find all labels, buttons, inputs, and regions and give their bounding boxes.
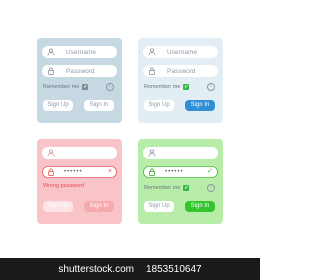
login-card-success: •••••• ✓ Remember me ✓ i Sign Up Sign In (138, 139, 223, 224)
lock-icon (147, 167, 157, 177)
image-id: 1853510647 (145, 263, 202, 275)
sign-up-button[interactable]: Sign Up (43, 201, 73, 212)
remember-label: Remember me (43, 84, 80, 90)
login-card-active: Username Password Remember me ✓ i Sign U… (138, 38, 223, 123)
valid-check-icon: ✓ (207, 168, 213, 175)
password-input[interactable]: Password (143, 65, 218, 77)
login-card-error: •••••• × Wrong password Sign Up Sign In (37, 139, 122, 224)
info-icon[interactable]: i (106, 83, 114, 91)
username-placeholder: Username (66, 48, 96, 56)
password-input[interactable]: •••••• ✓ (143, 166, 218, 178)
password-input[interactable]: Password (42, 65, 117, 77)
password-placeholder: Password (66, 67, 95, 75)
watermark-bar: shutterstock.com 1853510647 (0, 258, 260, 280)
username-placeholder: Username (167, 48, 197, 56)
remember-label: Remember me (144, 185, 181, 191)
user-icon (46, 47, 56, 57)
sign-in-button[interactable]: Sign In (185, 100, 215, 111)
info-icon[interactable]: i (207, 184, 215, 192)
password-placeholder: Password (167, 67, 196, 75)
lock-icon (46, 167, 56, 177)
error-message: Wrong password (43, 183, 85, 189)
sign-in-button[interactable]: Sign In (185, 201, 215, 212)
username-input[interactable] (143, 147, 218, 159)
password-mask: •••••• (64, 169, 83, 175)
password-input[interactable]: •••••• × (42, 166, 117, 178)
login-card-default: Username Password Remember me ✓ i Sign U… (37, 38, 122, 123)
sign-in-button[interactable]: Sign In (84, 100, 114, 111)
user-icon (46, 148, 56, 158)
remember-me: Remember me ✓ (144, 84, 190, 90)
remember-me: Remember me ✓ (144, 185, 190, 191)
sign-up-button[interactable]: Sign Up (43, 100, 73, 111)
watermark-text: shutterstock.com (58, 263, 134, 275)
remember-checkbox[interactable]: ✓ (82, 84, 89, 90)
username-input[interactable]: Username (42, 46, 117, 58)
remember-me: Remember me ✓ (43, 84, 89, 90)
sign-up-button[interactable]: Sign Up (144, 201, 174, 212)
remember-checkbox[interactable]: ✓ (183, 185, 190, 191)
user-icon (147, 47, 157, 57)
sign-in-button[interactable]: Sign In (84, 201, 114, 212)
username-input[interactable] (42, 147, 117, 159)
username-input[interactable]: Username (143, 46, 218, 58)
password-mask: •••••• (165, 169, 184, 175)
info-icon[interactable]: i (207, 83, 215, 91)
remember-label: Remember me (144, 84, 181, 90)
lock-icon (46, 66, 56, 76)
lock-icon (147, 66, 157, 76)
clear-icon[interactable]: × (108, 168, 112, 176)
remember-checkbox[interactable]: ✓ (183, 84, 190, 90)
user-icon (147, 148, 157, 158)
sign-up-button[interactable]: Sign Up (144, 100, 174, 111)
